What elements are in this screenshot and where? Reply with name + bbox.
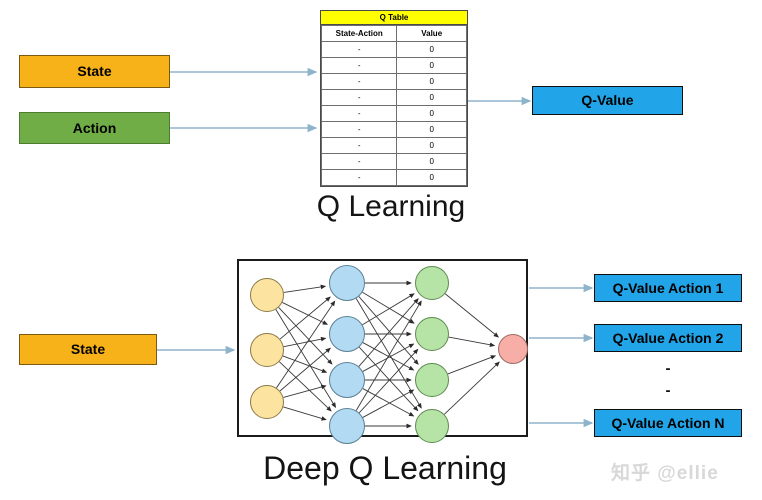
network-edge	[362, 291, 415, 324]
ellipsis-mark-2: -	[665, 382, 671, 399]
network-edge	[448, 336, 496, 348]
hidden-layer-1-node-3	[329, 362, 365, 398]
q-value-action-2-box[interactable]: Q-Value Action 2	[594, 324, 742, 352]
deep-q-learning-title: Deep Q Learning	[263, 450, 507, 486]
q-value-action-n-label: Q-Value Action N	[611, 414, 725, 431]
network-edge	[283, 406, 327, 421]
network-edge	[283, 284, 327, 293]
input-layer-node-1	[250, 278, 284, 312]
input-layer-node-3	[250, 385, 284, 419]
network-edge	[447, 355, 497, 375]
hidden-layer-2-node-2	[415, 317, 449, 351]
hidden-layer-1-node-2	[329, 316, 365, 352]
state-label-deep: State	[70, 341, 106, 358]
q-value-action-1-box[interactable]: Q-Value Action 1	[594, 274, 742, 302]
neural-network-box	[237, 259, 528, 444]
hidden-layer-1-node-1	[329, 265, 365, 301]
input-layer-node-2	[250, 333, 284, 367]
output-layer-node-1	[498, 334, 528, 364]
diagram-canvas: State Action Q Table State-Action Value …	[0, 0, 762, 500]
watermark: 知乎 @ellie	[611, 463, 719, 484]
network-edge	[278, 307, 333, 365]
ellipsis-mark-1: -	[665, 360, 671, 377]
hidden-layer-2-node-3	[415, 363, 449, 397]
q-value-action-1-label: Q-Value Action 1	[612, 279, 724, 296]
network-edge	[279, 296, 331, 340]
q-value-action-n-box[interactable]: Q-Value Action N	[594, 409, 742, 437]
network-edge	[358, 296, 419, 365]
network-edge	[362, 389, 415, 418]
network-edge	[444, 361, 500, 415]
hidden-layer-2-node-4	[415, 409, 449, 443]
network-edge	[444, 293, 499, 338]
network-edge	[362, 343, 415, 372]
network-edge	[362, 388, 415, 417]
hidden-layer-2-node-1	[415, 266, 449, 300]
network-edge	[283, 384, 327, 398]
q-value-action-2-label: Q-Value Action 2	[612, 329, 724, 346]
hidden-layer-1-node-4	[329, 408, 365, 444]
state-box-deep-q[interactable]: State	[19, 334, 157, 365]
